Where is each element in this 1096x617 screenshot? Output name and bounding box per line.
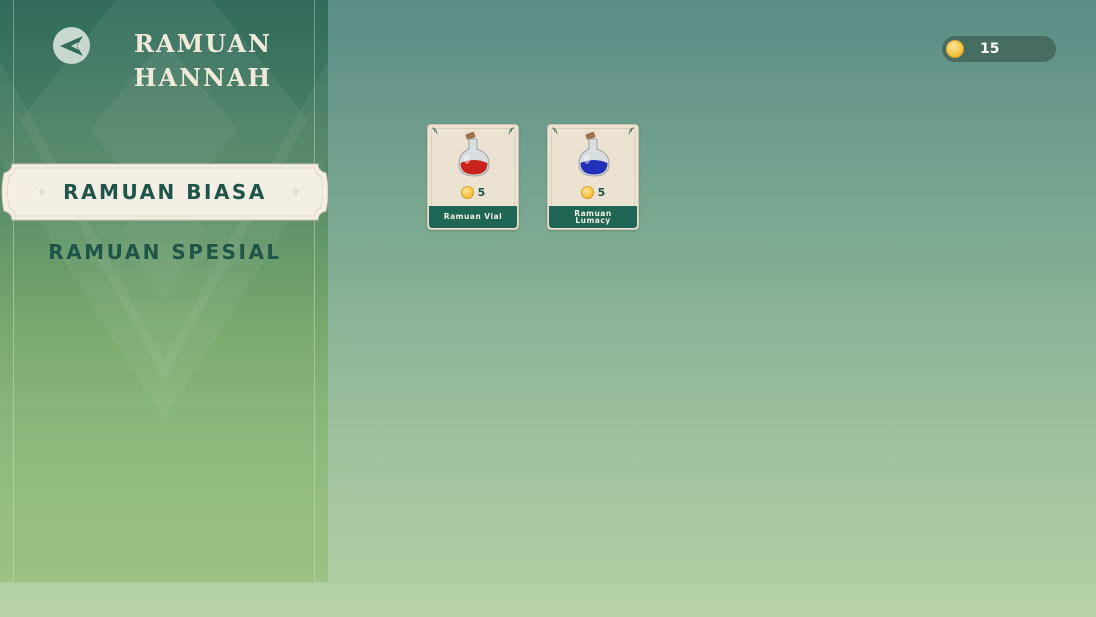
tab-label: RAMUAN BIASA — [63, 180, 267, 204]
coin-icon — [460, 185, 474, 199]
back-arrow-icon — [59, 35, 83, 56]
tab-ramuan-spesial[interactable]: RAMUAN SPESIAL — [20, 238, 310, 268]
corner-leaf-icon — [508, 127, 515, 135]
sidebar-border-right — [314, 0, 315, 582]
item-name-bar: Ramuan Vial — [429, 206, 517, 228]
bottom-strip — [0, 582, 1096, 617]
item-name: Ramuan Vial — [443, 212, 503, 222]
item-price: 5 — [548, 185, 638, 199]
coin-counter: 15 — [942, 36, 1056, 62]
tab-ramuan-biasa[interactable]: ✦ ✦ RAMUAN BIASA — [0, 163, 328, 221]
sidebar: RAMUAN HANNAH ✦ ✦ RAMUAN BIASA RAMUAN SP… — [0, 0, 328, 582]
blue-potion-icon — [578, 131, 610, 177]
potion-shop-screen: RAMUAN HANNAH ✦ ✦ RAMUAN BIASA RAMUAN SP… — [0, 0, 1096, 617]
coin-amount: 15 — [980, 41, 1000, 57]
item-card-ramuan-vial[interactable]: 5 Ramuan Vial — [427, 124, 519, 230]
panel-title: RAMUAN HANNAH — [133, 29, 273, 92]
item-card-ramuan-lumacy[interactable]: 5 Ramuan Lumacy — [547, 124, 639, 230]
coin-icon — [946, 40, 964, 58]
item-price: 5 — [428, 185, 518, 199]
corner-leaf-icon — [431, 127, 438, 135]
item-name: Ramuan Lumacy — [574, 208, 612, 225]
back-button[interactable] — [53, 27, 90, 64]
coin-icon — [580, 185, 594, 199]
corner-leaf-icon — [628, 127, 635, 135]
price-value: 5 — [597, 185, 606, 199]
item-name-bar: Ramuan Lumacy — [549, 206, 637, 228]
corner-leaf-icon — [551, 127, 558, 135]
red-potion-icon — [458, 131, 490, 177]
price-value: 5 — [477, 185, 486, 199]
sidebar-border-left — [13, 0, 14, 582]
